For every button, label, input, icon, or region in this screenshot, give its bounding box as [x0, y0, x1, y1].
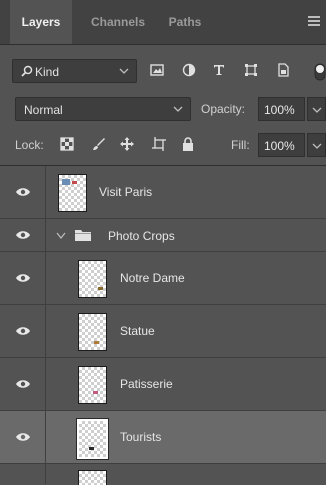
layer-thumbnail: [78, 366, 107, 404]
opacity-label: Opacity:: [201, 102, 246, 116]
lock-artboard-icon[interactable]: [152, 137, 166, 151]
layer-name[interactable]: Notre Dame: [120, 271, 185, 285]
visibility-toggle[interactable]: [0, 464, 46, 484]
search-icon: [21, 65, 33, 77]
visibility-toggle[interactable]: [0, 305, 46, 357]
layer-thumbnail: [58, 174, 87, 212]
smart-object-filter-icon[interactable]: [276, 63, 290, 77]
layer-row-tourists[interactable]: Tourists: [0, 411, 326, 464]
visibility-toggle[interactable]: [0, 219, 46, 251]
lock-all-icon[interactable]: [182, 137, 194, 151]
chevron-down-icon: [173, 106, 183, 112]
eye-icon: [16, 380, 30, 388]
visibility-toggle[interactable]: [0, 411, 46, 463]
layer-row-patisserie[interactable]: Patisserie: [0, 358, 326, 411]
panel-menu-icon[interactable]: [308, 16, 320, 27]
filter-kind-dropdown[interactable]: Kind: [12, 59, 137, 83]
eye-icon: [16, 231, 30, 239]
layer-thumbnail: [77, 419, 108, 459]
layer-thumbnail: [78, 260, 107, 298]
layer-thumbnail: [78, 470, 107, 485]
visibility-toggle[interactable]: [0, 166, 46, 218]
filter-toggle-icon[interactable]: [314, 63, 326, 81]
layer-name[interactable]: Visit Paris: [99, 185, 152, 199]
blend-mode-dropdown[interactable]: Normal: [15, 97, 191, 121]
layer-name[interactable]: Tourists: [120, 430, 161, 444]
layer-row-visit-paris[interactable]: Visit Paris: [0, 166, 326, 219]
lock-label: Lock:: [15, 138, 44, 152]
blend-row: Normal Opacity: 100%: [0, 97, 326, 121]
eye-icon: [16, 188, 30, 196]
lock-image-pixels-icon[interactable]: [92, 137, 106, 151]
opacity-field[interactable]: 100%: [258, 97, 305, 121]
type-filter-icon[interactable]: [212, 63, 226, 77]
fill-label: Fill:: [231, 138, 250, 152]
tab-paths[interactable]: Paths: [160, 0, 210, 44]
fill-slider-button[interactable]: [307, 133, 326, 157]
fill-value: 100%: [264, 139, 295, 153]
lock-row: Lock: Fill: 100%: [0, 133, 326, 157]
eye-icon: [16, 433, 30, 441]
fill-field[interactable]: 100%: [258, 133, 305, 157]
layers-panel: Layers Channels Paths Kind Normal Opacit…: [0, 0, 326, 485]
panel-tab-bar: Layers Channels Paths: [0, 0, 326, 45]
eye-icon: [16, 274, 30, 282]
opacity-slider-button[interactable]: [307, 97, 326, 121]
chevron-down-icon: [312, 143, 322, 149]
tab-channels[interactable]: Channels: [78, 0, 158, 44]
layers-list: Visit Paris Photo Crops Notre Dame Statu…: [0, 166, 326, 485]
layer-group-photo-crops[interactable]: Photo Crops: [0, 219, 326, 252]
blend-mode-value: Normal: [24, 103, 63, 117]
visibility-toggle[interactable]: [0, 358, 46, 410]
chevron-down-icon[interactable]: [56, 232, 66, 240]
chevron-down-icon: [312, 107, 322, 113]
lock-transparent-pixels-icon[interactable]: [60, 137, 74, 151]
layer-name[interactable]: Patisserie: [120, 377, 173, 391]
visibility-toggle[interactable]: [0, 252, 46, 304]
opacity-value: 100%: [264, 103, 295, 117]
layer-row-notre-dame[interactable]: Notre Dame: [0, 252, 326, 305]
layer-name[interactable]: Statue: [120, 324, 155, 338]
chevron-down-icon: [119, 68, 129, 74]
layer-row-statue[interactable]: Statue: [0, 305, 326, 358]
layer-row-partial[interactable]: [0, 464, 326, 485]
tab-layers[interactable]: Layers: [10, 0, 72, 44]
image-filter-icon[interactable]: [150, 63, 164, 77]
folder-icon: [75, 230, 91, 241]
group-name[interactable]: Photo Crops: [108, 229, 175, 243]
filter-kind-label: Kind: [35, 65, 60, 79]
eye-icon: [16, 327, 30, 335]
layer-filter-row: Kind: [12, 57, 326, 87]
layer-thumbnail: [78, 313, 107, 351]
lock-position-icon[interactable]: [120, 137, 134, 151]
shape-filter-icon[interactable]: [244, 63, 258, 77]
adjustment-filter-icon[interactable]: [182, 63, 196, 77]
